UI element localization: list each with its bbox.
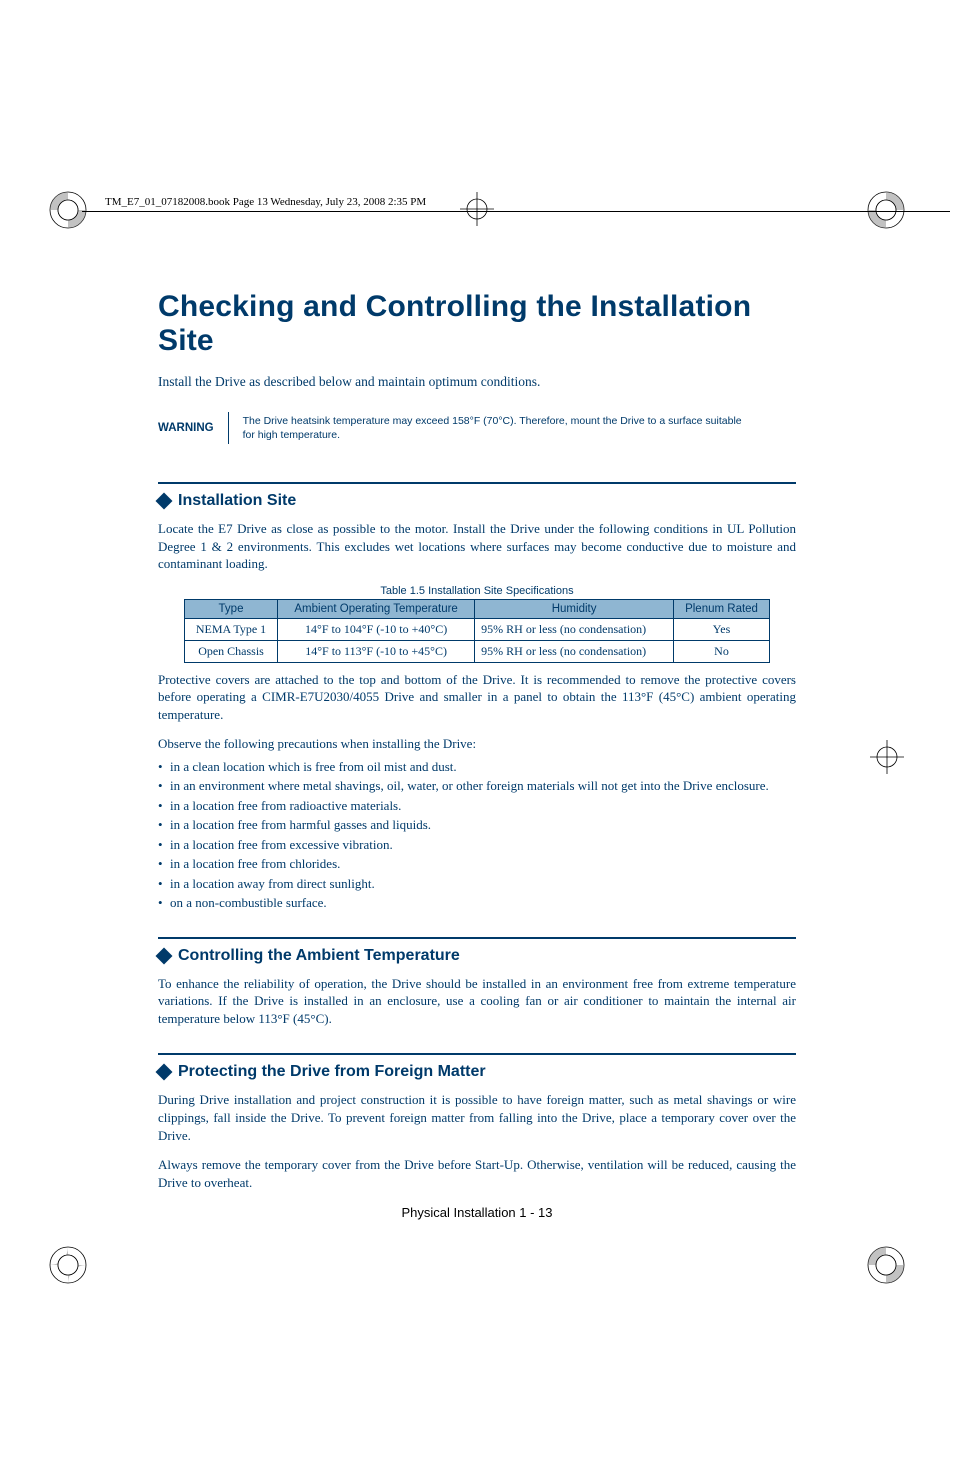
registration-mark-top-right [866, 190, 906, 230]
list-item: in a location away from direct sunlight. [158, 874, 796, 894]
table-row: NEMA Type 1 14°F to 104°F (-10 to +40°C)… [185, 618, 770, 640]
page-content: Checking and Controlling the Installatio… [158, 290, 796, 1220]
intro-text: Install the Drive as described below and… [158, 374, 796, 390]
section-heading-ambient: Controlling the Ambient Temperature [158, 947, 796, 965]
body-paragraph: Locate the E7 Drive as close as possible… [158, 520, 796, 573]
table-header-cell: Type [185, 599, 278, 618]
page-footer: Physical Installation 1 - 13 [158, 1205, 796, 1220]
table-header-cell: Ambient Operating Temperature [278, 599, 475, 618]
table-cell: Open Chassis [185, 640, 278, 662]
registration-mark-bottom-right [866, 1245, 906, 1285]
table-cell: 95% RH or less (no condensation) [475, 618, 674, 640]
table-caption: Table 1.5 Installation Site Specificatio… [184, 585, 770, 597]
body-paragraph: To enhance the reliability of operation,… [158, 975, 796, 1028]
spec-table-wrap: Table 1.5 Installation Site Specificatio… [184, 585, 770, 663]
table-cell: Yes [674, 618, 770, 640]
body-paragraph: Always remove the temporary cover from t… [158, 1156, 796, 1191]
table-row: Open Chassis 14°F to 113°F (-10 to +45°C… [185, 640, 770, 662]
registration-mark-bottom-left [48, 1245, 88, 1285]
registration-mark-top-left [48, 190, 88, 230]
diamond-icon [156, 947, 173, 964]
list-item: in a location free from chlorides. [158, 854, 796, 874]
book-info: TM_E7_01_07182008.book Page 13 Wednesday… [105, 196, 426, 208]
diamond-icon [156, 493, 173, 510]
table-header-cell: Humidity [475, 599, 674, 618]
section-heading-protect: Protecting the Drive from Foreign Matter [158, 1063, 796, 1081]
body-paragraph: Protective covers are attached to the to… [158, 671, 796, 724]
section-heading-installation: Installation Site [158, 492, 796, 510]
table-header-cell: Plenum Rated [674, 599, 770, 618]
crosshair-top [460, 192, 494, 226]
table-cell: 95% RH or less (no condensation) [475, 640, 674, 662]
body-paragraph: During Drive installation and project co… [158, 1091, 796, 1144]
table-cell: NEMA Type 1 [185, 618, 278, 640]
list-item: on a non-combustible surface. [158, 893, 796, 913]
diamond-icon [156, 1064, 173, 1081]
list-item: in a location free from harmful gasses a… [158, 815, 796, 835]
table-cell: No [674, 640, 770, 662]
section-rule [158, 482, 796, 484]
list-item: in an environment where metal shavings, … [158, 776, 796, 796]
section-rule [158, 1053, 796, 1055]
warning-divider [228, 412, 229, 444]
crosshair-right [870, 740, 904, 774]
table-cell: 14°F to 113°F (-10 to +45°C) [278, 640, 475, 662]
section-heading-text: Protecting the Drive from Foreign Matter [178, 1063, 486, 1081]
section-rule [158, 937, 796, 939]
page-title: Checking and Controlling the Installatio… [158, 290, 796, 358]
spec-table: Type Ambient Operating Temperature Humid… [184, 599, 770, 663]
section-heading-text: Installation Site [178, 492, 296, 510]
warning-label: WARNING [158, 422, 214, 434]
warning-block: WARNING The Drive heatsink temperature m… [158, 412, 796, 444]
table-header-row: Type Ambient Operating Temperature Humid… [185, 599, 770, 618]
precautions-list: in a clean location which is free from o… [158, 757, 796, 913]
table-cell: 14°F to 104°F (-10 to +40°C) [278, 618, 475, 640]
list-item: in a location free from excessive vibrat… [158, 835, 796, 855]
section-heading-text: Controlling the Ambient Temperature [178, 947, 460, 965]
header-rule [82, 211, 950, 212]
list-item: in a clean location which is free from o… [158, 757, 796, 777]
warning-text: The Drive heatsink temperature may excee… [243, 414, 753, 442]
body-paragraph: Observe the following precautions when i… [158, 735, 796, 753]
list-item: in a location free from radioactive mate… [158, 796, 796, 816]
